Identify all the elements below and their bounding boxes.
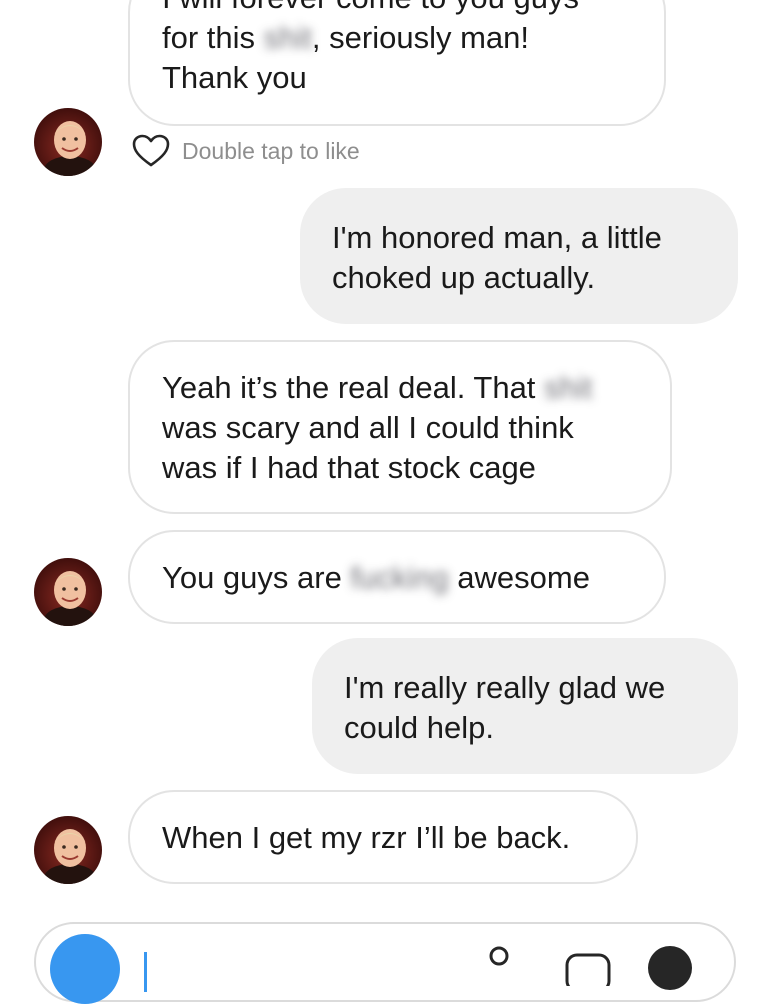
censored-word: shit xyxy=(544,370,593,405)
message-bubble-incoming[interactable]: I will forever come to you guys for this… xyxy=(128,0,666,126)
double-tap-hint: Double tap to like xyxy=(182,137,360,164)
censored-word: shit xyxy=(263,20,312,55)
message-line: You guys are fucking awesome xyxy=(162,558,632,598)
like-hint[interactable]: Double tap to like xyxy=(132,134,360,168)
message-line: I'm honored man, a little xyxy=(332,220,662,255)
message-line: I'm really really glad we xyxy=(344,670,666,705)
message-line: I will forever come to you guys xyxy=(162,0,632,18)
message-line: Yeah it’s the real deal. That shit xyxy=(162,368,638,408)
avatar[interactable] xyxy=(34,816,102,884)
camera-button[interactable] xyxy=(50,934,120,1004)
message-line: could help. xyxy=(344,710,494,745)
message-line: When I get my rzr I’ll be back. xyxy=(162,820,571,855)
person-icon[interactable] xyxy=(484,944,514,984)
message-bubble-outgoing[interactable]: I'm really really glad we could help. xyxy=(312,638,738,774)
message-bubble-outgoing[interactable]: I'm honored man, a little choked up actu… xyxy=(300,188,738,324)
heart-icon[interactable] xyxy=(132,134,170,168)
message-bubble-incoming[interactable]: Yeah it’s the real deal. That shit was s… xyxy=(128,340,672,514)
avatar[interactable] xyxy=(34,558,102,626)
message-line: Thank you xyxy=(162,60,307,95)
message-bubble-incoming[interactable]: When I get my rzr I’ll be back. xyxy=(128,790,638,884)
message-line: choked up actually. xyxy=(332,260,596,295)
message-line: was if I had that stock cage xyxy=(162,450,536,485)
text-cursor xyxy=(144,952,147,992)
message-composer[interactable] xyxy=(34,922,736,1004)
message-line: for this shit, seriously man! xyxy=(162,18,632,58)
more-icon[interactable] xyxy=(648,946,692,990)
avatar[interactable] xyxy=(34,108,102,176)
message-bubble-incoming[interactable]: You guys are fucking awesome xyxy=(128,530,666,624)
censored-word: fucking xyxy=(350,560,449,595)
sticker-icon[interactable] xyxy=(564,946,612,986)
message-line: was scary and all I could think xyxy=(162,410,574,445)
